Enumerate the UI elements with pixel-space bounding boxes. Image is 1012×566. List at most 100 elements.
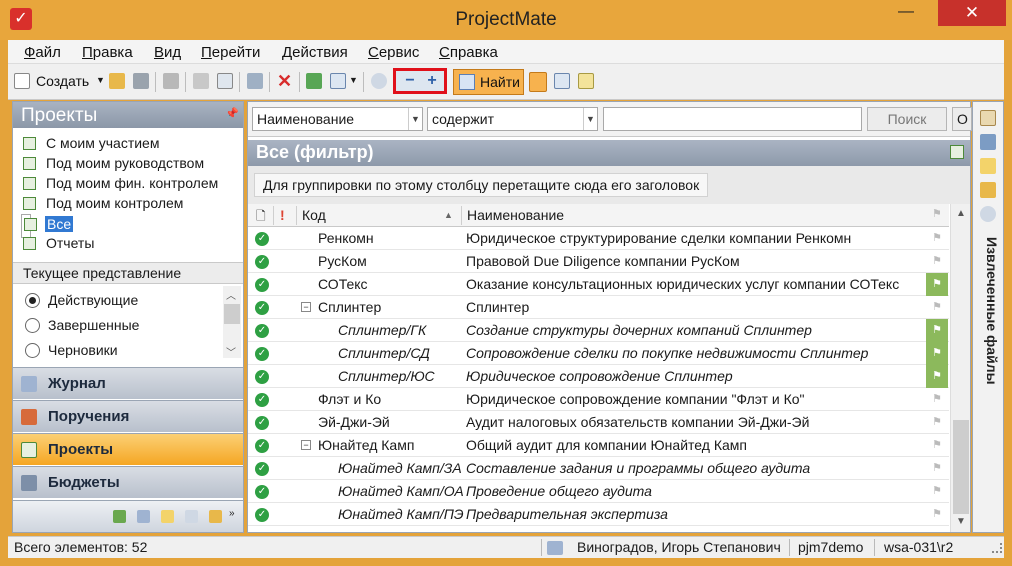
print-icon[interactable]: [193, 73, 209, 89]
undo-icon[interactable]: [163, 73, 179, 89]
flag-icon[interactable]: ⚑: [926, 434, 948, 457]
contacts-icon[interactable]: [137, 510, 150, 523]
create-button[interactable]: Создать: [36, 73, 89, 89]
flag-icon[interactable]: ⚑: [926, 480, 948, 503]
doc-column-icon[interactable]: 🗋: [256, 207, 266, 228]
menu-edit[interactable]: Правка: [82, 44, 133, 61]
flag-icon[interactable]: ⚑: [926, 365, 948, 388]
open-folder-icon[interactable]: [109, 73, 125, 89]
name-column-header[interactable]: Наименование: [467, 207, 564, 223]
flag-icon[interactable]: ⚑: [926, 457, 948, 480]
checklist-icon[interactable]: [980, 110, 996, 126]
create-dropdown-icon[interactable]: ▼: [96, 75, 105, 85]
radio-unchecked-icon: [25, 318, 40, 333]
new-doc-icon[interactable]: [14, 73, 30, 89]
menu-go[interactable]: Перейти: [201, 44, 260, 61]
priority-column-icon[interactable]: !: [280, 207, 285, 223]
properties-icon[interactable]: [247, 73, 263, 89]
print-preview-icon[interactable]: [217, 73, 233, 89]
status-ok-icon: ✓: [255, 416, 269, 430]
table-row[interactable]: ✓ Эй-Джи-Эй Аудит налоговых обязательств к…: [248, 411, 949, 434]
scroll-thumb[interactable]: [953, 420, 969, 514]
table-row[interactable]: ✓ − Юнайтед Камп Общий аудит для компании Ю…: [248, 434, 949, 457]
scroll-down-icon[interactable]: ﹀: [226, 344, 236, 359]
table-row[interactable]: ✓ − Сплинтер Сплинтер ⚑: [248, 296, 949, 319]
zoom-out-button[interactable]: −: [400, 72, 420, 90]
info-icon[interactable]: [980, 206, 996, 222]
filter-icon[interactable]: [950, 145, 964, 159]
filter-field-select[interactable]: Наименование ▼: [252, 107, 423, 131]
note-icon[interactable]: [980, 158, 996, 174]
table-row[interactable]: ✓ РусКом Правовой Due Diligence компании Р…: [248, 250, 949, 273]
pin-icon[interactable]: 📌: [225, 107, 239, 120]
nav-tasks[interactable]: Поручения: [13, 400, 243, 432]
close-button[interactable]: ✕: [938, 0, 1006, 26]
user-icon[interactable]: [980, 134, 996, 150]
list-icon[interactable]: [185, 510, 198, 523]
nav-journal[interactable]: Журнал: [13, 367, 243, 399]
table-row[interactable]: ✓ Сплинтер/ЮС Юридическое сопровождение Сп…: [248, 365, 949, 388]
table-row[interactable]: ✓ Юнайтед Камп/ОА Проведение общего аудита…: [248, 480, 949, 503]
shortcut-icon[interactable]: [113, 510, 126, 523]
flag-icon[interactable]: ⚑: [926, 342, 948, 365]
flag-icon[interactable]: ⚑: [926, 319, 948, 342]
flag-icon[interactable]: ⚑: [926, 250, 948, 273]
options-button[interactable]: О: [952, 107, 972, 131]
columns-icon[interactable]: [330, 73, 346, 89]
menu-bar: Файл Правка Вид Перейти Действия Сервис …: [8, 40, 1004, 64]
zoom-in-button[interactable]: +: [422, 72, 442, 90]
scroll-down-icon[interactable]: ▼: [956, 516, 966, 527]
columns-dropdown-icon[interactable]: ▼: [349, 75, 358, 85]
resize-grip-icon[interactable]: [992, 543, 1002, 553]
flag-column-icon[interactable]: ⚑: [932, 207, 942, 220]
refresh-icon[interactable]: [306, 73, 322, 89]
nav-projects[interactable]: Проекты: [13, 433, 243, 465]
collapse-toggle-icon[interactable]: −: [301, 440, 311, 450]
export-icon[interactable]: [554, 73, 570, 89]
more-chevron-icon[interactable]: »: [229, 508, 237, 521]
table-row[interactable]: ✓ Сплинтер/ГК Создание структуры дочерних …: [248, 319, 949, 342]
search-button[interactable]: Поиск: [867, 107, 947, 131]
view-scrollbar[interactable]: ︿ ﹀: [223, 286, 241, 359]
group-by-area[interactable]: Для группировки по этому столбцу перетащ…: [248, 166, 970, 204]
table-row[interactable]: ✓ Флэт и Ко Юридическое сопровождение комп…: [248, 388, 949, 411]
table-row[interactable]: ✓ Ренкомн Юридическое структурирование сде…: [248, 227, 949, 250]
project-filter-item-selected[interactable]: Все: [21, 214, 74, 238]
menu-file[interactable]: Файл: [24, 44, 61, 61]
table-row[interactable]: ✓ Сплинтер/СД Сопровождение сделки по поку…: [248, 342, 949, 365]
filter-value-input[interactable]: [603, 107, 862, 131]
notes-icon[interactable]: [161, 510, 174, 523]
flag-icon[interactable]: ⚑: [926, 411, 948, 434]
flag-icon[interactable]: ⚑: [926, 227, 948, 250]
nav-budgets[interactable]: Бюджеты: [13, 466, 243, 498]
panel-toggle-icon[interactable]: [529, 72, 547, 92]
filter-operator-select[interactable]: содержит ▼: [427, 107, 598, 131]
code-column-header[interactable]: Код: [302, 207, 326, 223]
menu-view[interactable]: Вид: [154, 44, 181, 61]
search-doc-icon[interactable]: [578, 73, 594, 89]
menu-help[interactable]: Справка: [439, 44, 498, 61]
find-button[interactable]: Найти: [453, 69, 524, 95]
minimize-button[interactable]: —: [886, 0, 926, 26]
folder-icon[interactable]: [209, 510, 222, 523]
collapse-toggle-icon[interactable]: −: [301, 302, 311, 312]
flag-icon[interactable]: ⚑: [926, 273, 948, 296]
info-icon[interactable]: [371, 73, 387, 89]
extracted-files-tab[interactable]: Извлеченные файлы: [976, 237, 1000, 497]
menu-actions[interactable]: Действия: [282, 44, 348, 61]
scroll-up-icon[interactable]: ▲: [956, 208, 966, 219]
row-name: Общий аудит для компании Юнайтед Камп: [466, 437, 747, 453]
table-row[interactable]: ✓ СОТекс Оказание консультационных юридиче…: [248, 273, 949, 296]
scroll-up-icon[interactable]: ︿: [226, 287, 236, 302]
delete-icon[interactable]: ✕: [277, 72, 293, 90]
table-row[interactable]: ✓ Юнайтед Камп/ЗА Составление задания и пр…: [248, 457, 949, 480]
folder-arrow-icon[interactable]: [980, 182, 996, 198]
save-icon[interactable]: [133, 73, 149, 89]
table-row[interactable]: ✓ Юнайтед Камп/ПЭ Предварительная эксперти…: [248, 503, 949, 526]
menu-service[interactable]: Сервис: [368, 44, 419, 61]
flag-icon[interactable]: ⚑: [926, 296, 948, 319]
grid-scrollbar[interactable]: ▲ ▼: [950, 204, 970, 532]
flag-icon[interactable]: ⚑: [926, 388, 948, 411]
flag-icon[interactable]: ⚑: [926, 503, 948, 526]
scroll-thumb[interactable]: [224, 304, 240, 324]
